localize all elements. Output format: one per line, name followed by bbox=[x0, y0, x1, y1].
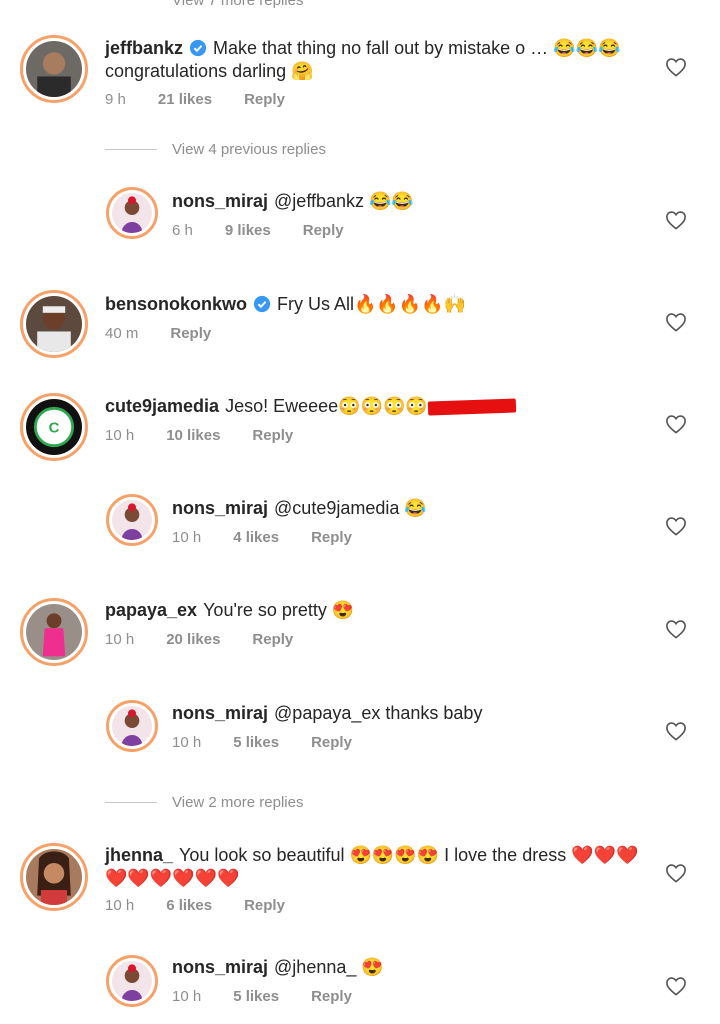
like-heart-icon[interactable] bbox=[665, 976, 687, 996]
reply-button[interactable]: Reply bbox=[303, 222, 344, 239]
svg-text:C: C bbox=[49, 420, 60, 437]
comment-text: cute9jamedia Jeso! Eweeee😳😳😳😳 bbox=[105, 395, 517, 418]
username[interactable]: nons_miraj bbox=[172, 191, 268, 211]
reply-button[interactable]: Reply bbox=[311, 529, 352, 546]
likes-count[interactable]: 6 likes bbox=[166, 897, 212, 914]
timestamp: 10 h bbox=[172, 988, 202, 1005]
likes-count[interactable]: 9 likes bbox=[225, 222, 271, 239]
username[interactable]: jhenna_ bbox=[105, 845, 173, 865]
view-more-replies[interactable]: View 2 more replies bbox=[105, 794, 303, 811]
like-heart-icon[interactable] bbox=[665, 863, 687, 883]
redaction-mark bbox=[427, 398, 517, 416]
comment-meta: 10 h 20 likes Reply bbox=[105, 631, 325, 648]
avatar[interactable] bbox=[106, 700, 158, 752]
reply-button[interactable]: Reply bbox=[311, 734, 352, 751]
comment-meta: 10 h 4 likes Reply bbox=[172, 529, 384, 546]
reply-button[interactable]: Reply bbox=[252, 631, 293, 648]
avatar[interactable] bbox=[106, 187, 158, 239]
likes-count[interactable]: 4 likes bbox=[233, 529, 279, 546]
comment-meta: 40 m Reply bbox=[105, 325, 243, 342]
comment-meta: 10 h 5 likes Reply bbox=[172, 988, 384, 1005]
comment-text: papaya_ex You're so pretty 😍 bbox=[105, 600, 355, 620]
comment-meta: 10 h 10 likes Reply bbox=[105, 427, 325, 444]
avatar[interactable] bbox=[20, 290, 88, 358]
like-heart-icon[interactable] bbox=[665, 516, 687, 536]
reply-button[interactable]: Reply bbox=[311, 988, 352, 1005]
reply-button[interactable]: Reply bbox=[170, 325, 211, 342]
comment-meta: 9 h 21 likes Reply bbox=[105, 91, 317, 108]
verified-badge-icon bbox=[253, 295, 271, 313]
comment-text: nons_miraj @jeffbankz 😂😂 bbox=[172, 191, 414, 211]
reply-button[interactable]: Reply bbox=[244, 897, 285, 914]
comment-text: nons_miraj @cute9jamedia 😂 bbox=[172, 498, 427, 518]
comment-text: nons_miraj @jhenna_ 😍 bbox=[172, 957, 384, 977]
username[interactable]: papaya_ex bbox=[105, 600, 197, 620]
likes-count[interactable]: 5 likes bbox=[233, 734, 279, 751]
timestamp: 40 m bbox=[105, 325, 139, 342]
avatar[interactable] bbox=[20, 598, 88, 666]
username[interactable]: cute9jamedia bbox=[105, 396, 219, 416]
avatar[interactable]: C bbox=[20, 393, 88, 461]
username[interactable]: bensonokonkwo bbox=[105, 294, 247, 314]
view-previous-replies[interactable]: View 4 previous replies bbox=[105, 141, 326, 158]
likes-count[interactable]: 20 likes bbox=[166, 631, 220, 648]
like-heart-icon[interactable] bbox=[665, 414, 687, 434]
like-heart-icon[interactable] bbox=[665, 210, 687, 230]
username[interactable]: jeffbankz bbox=[105, 38, 183, 58]
likes-count[interactable]: 5 likes bbox=[233, 988, 279, 1005]
avatar[interactable] bbox=[20, 843, 88, 911]
comment-text: nons_miraj @papaya_ex thanks baby bbox=[172, 703, 483, 723]
divider bbox=[105, 149, 157, 150]
timestamp: 10 h bbox=[172, 529, 202, 546]
comment-text: jeffbankz Make that thing no fall out by … bbox=[105, 38, 621, 81]
like-heart-icon[interactable] bbox=[665, 57, 687, 77]
comment-text: jhenna_ You look so beautiful 😍😍😍😍 I love… bbox=[105, 845, 639, 888]
comment-meta: 6 h 9 likes Reply bbox=[172, 222, 376, 239]
timestamp: 10 h bbox=[105, 631, 135, 648]
likes-count[interactable]: 10 likes bbox=[166, 427, 220, 444]
timestamp: 10 h bbox=[172, 734, 202, 751]
timestamp: 6 h bbox=[172, 222, 193, 239]
username[interactable]: nons_miraj bbox=[172, 703, 268, 723]
avatar[interactable] bbox=[106, 955, 158, 1007]
comment-meta: 10 h 6 likes Reply bbox=[105, 897, 317, 914]
comment-text: bensonokonkwo Fry Us All🔥🔥🔥🔥🙌 bbox=[105, 294, 467, 314]
timestamp: 9 h bbox=[105, 91, 126, 108]
view-more-replies-partial[interactable]: View 7 more replies bbox=[172, 0, 303, 9]
avatar[interactable] bbox=[20, 35, 88, 103]
timestamp: 10 h bbox=[105, 897, 135, 914]
verified-badge-icon bbox=[189, 39, 207, 57]
timestamp: 10 h bbox=[105, 427, 135, 444]
reply-button[interactable]: Reply bbox=[252, 427, 293, 444]
reply-button[interactable]: Reply bbox=[244, 91, 285, 108]
like-heart-icon[interactable] bbox=[665, 619, 687, 639]
username[interactable]: nons_miraj bbox=[172, 498, 268, 518]
like-heart-icon[interactable] bbox=[665, 721, 687, 741]
divider bbox=[105, 802, 157, 803]
avatar[interactable] bbox=[106, 494, 158, 546]
username[interactable]: nons_miraj bbox=[172, 957, 268, 977]
likes-count[interactable]: 21 likes bbox=[158, 91, 212, 108]
like-heart-icon[interactable] bbox=[665, 312, 687, 332]
comment-meta: 10 h 5 likes Reply bbox=[172, 734, 384, 751]
